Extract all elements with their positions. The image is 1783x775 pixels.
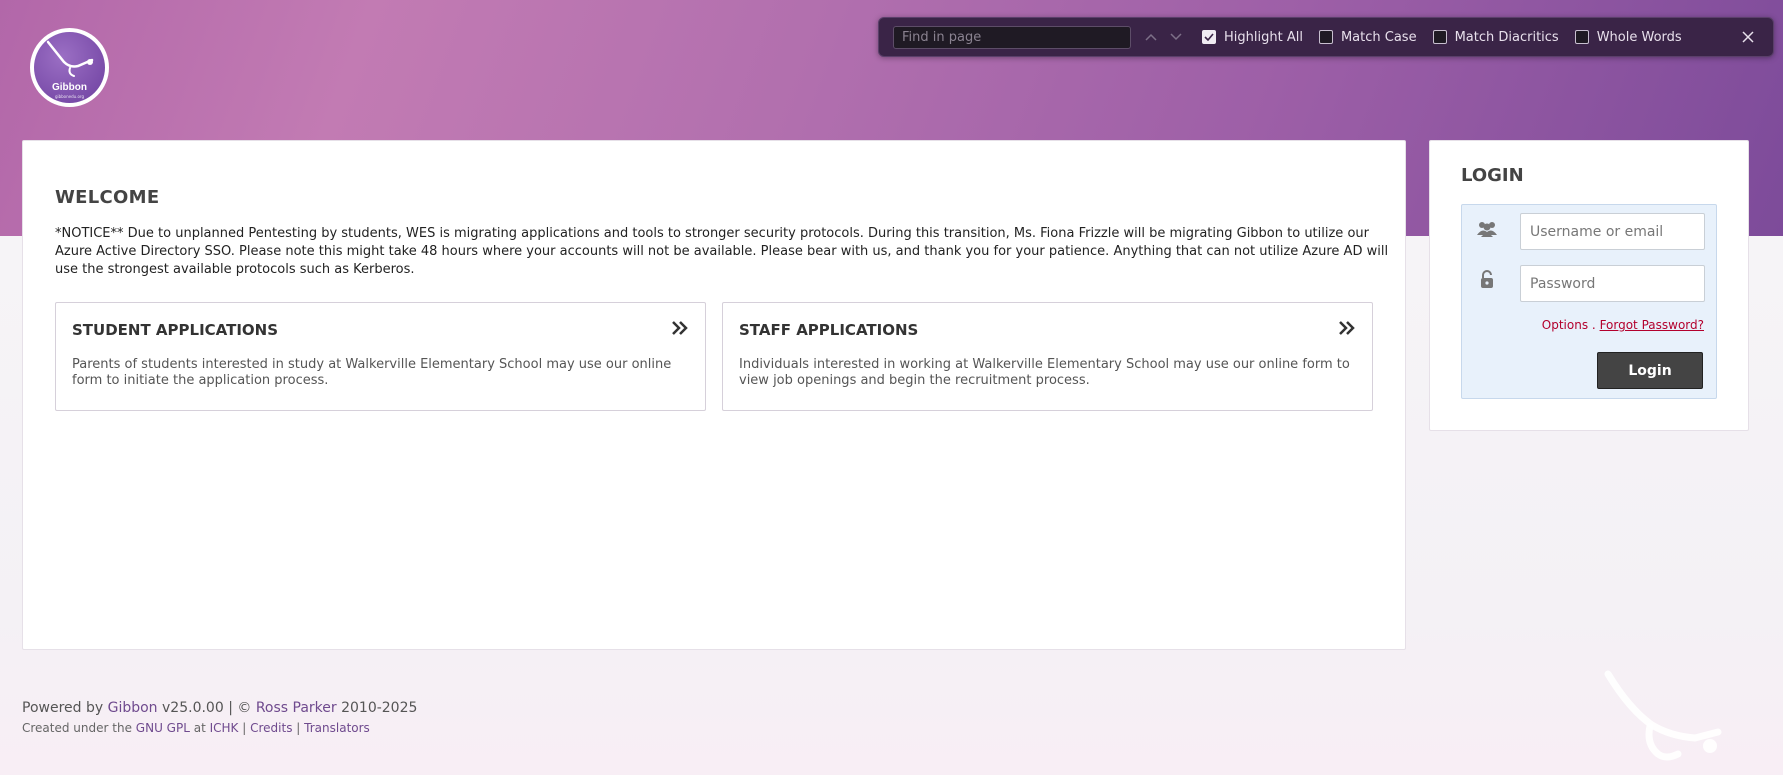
logo-name: Gibbon (52, 82, 87, 93)
options-separator: . (1591, 318, 1596, 332)
login-links: Options . Forgot Password? (1542, 318, 1704, 332)
double-chevron-right-icon[interactable] (1338, 317, 1356, 341)
at-text: at (193, 721, 206, 735)
match-diacritics-option[interactable]: Match Diacritics (1432, 29, 1559, 45)
footer-separator-2: | (296, 721, 301, 735)
login-form: Options . Forgot Password? Login (1461, 204, 1717, 399)
match-case-label: Match Case (1340, 29, 1417, 45)
find-input[interactable] (893, 25, 1131, 49)
password-input[interactable] (1520, 265, 1705, 302)
close-icon[interactable] (1737, 26, 1759, 48)
match-diacritics-checkbox[interactable] (1432, 30, 1447, 44)
translators-link[interactable]: Translators (304, 721, 370, 735)
whole-words-checkbox[interactable] (1574, 30, 1589, 44)
users-icon (1476, 218, 1498, 240)
staff-applications-card[interactable]: STAFF APPLICATIONS Individuals intereste… (722, 302, 1373, 411)
copyright-symbol: © (237, 700, 252, 716)
version-text: v25.0.00 | (162, 700, 233, 716)
footer: Powered by Gibbon v25.0.00 | © Ross Park… (22, 700, 417, 735)
whole-words-label: Whole Words (1596, 29, 1682, 45)
credits-link[interactable]: Credits (250, 721, 292, 735)
gibbon-link[interactable]: Gibbon (108, 700, 158, 716)
lock-icon (1476, 268, 1498, 290)
monkey-watermark-icon (1604, 670, 1722, 761)
footer-line-1: Powered by Gibbon v25.0.00 | © Ross Park… (22, 700, 417, 716)
student-applications-title[interactable]: STUDENT APPLICATIONS (72, 321, 278, 339)
gibbon-logo[interactable]: Gibbon gibbonedu.org (30, 28, 109, 107)
staff-applications-title[interactable]: STAFF APPLICATIONS (739, 321, 918, 339)
page-title: WELCOME (55, 187, 160, 208)
notice-text: *NOTICE** Due to unplanned Pentesting by… (55, 226, 1389, 277)
footer-separator-1: | (242, 721, 247, 735)
whole-words-option[interactable]: Whole Words (1574, 29, 1682, 45)
created-under-text: Created under the (22, 721, 132, 735)
ross-parker-link[interactable]: Ross Parker (256, 700, 337, 716)
welcome-panel: WELCOME *NOTICE** Due to unplanned Pente… (22, 140, 1406, 650)
highlight-all-option[interactable]: Highlight All (1202, 30, 1303, 45)
find-bar: Highlight All Match Case Match Diacritic… (878, 17, 1774, 57)
match-case-checkbox[interactable] (1318, 30, 1333, 44)
logo-sub: gibbonedu.org (54, 94, 85, 99)
find-next-icon[interactable] (1165, 27, 1186, 48)
login-panel: LOGIN Options . Forgot Password? Lo (1429, 140, 1749, 431)
double-chevron-right-icon[interactable] (671, 317, 689, 341)
staff-applications-description: Individuals interested in working at Wal… (739, 357, 1350, 388)
login-button[interactable]: Login (1597, 352, 1703, 389)
forgot-password-link[interactable]: Forgot Password? (1600, 318, 1704, 332)
gibbon-monkey-icon: Gibbon gibbonedu.org (34, 32, 105, 103)
highlight-all-checkbox[interactable] (1202, 30, 1216, 44)
student-applications-description: Parents of students interested in study … (72, 357, 672, 388)
match-case-option[interactable]: Match Case (1318, 29, 1417, 45)
options-link[interactable]: Options (1542, 318, 1588, 332)
student-applications-card[interactable]: STUDENT APPLICATIONS Parents of students… (55, 302, 706, 411)
powered-by-text: Powered by (22, 700, 104, 716)
login-title: LOGIN (1461, 165, 1524, 186)
years-text: 2010-2025 (341, 700, 418, 716)
find-previous-icon[interactable] (1140, 27, 1161, 48)
highlight-all-label: Highlight All (1224, 29, 1303, 45)
footer-line-2: Created under the GNU GPL at ICHK | Cred… (22, 721, 417, 735)
username-input[interactable] (1520, 213, 1705, 250)
gnu-gpl-link[interactable]: GNU GPL (136, 721, 190, 735)
ichk-link[interactable]: ICHK (210, 721, 239, 735)
match-diacritics-label: Match Diacritics (1454, 29, 1559, 45)
